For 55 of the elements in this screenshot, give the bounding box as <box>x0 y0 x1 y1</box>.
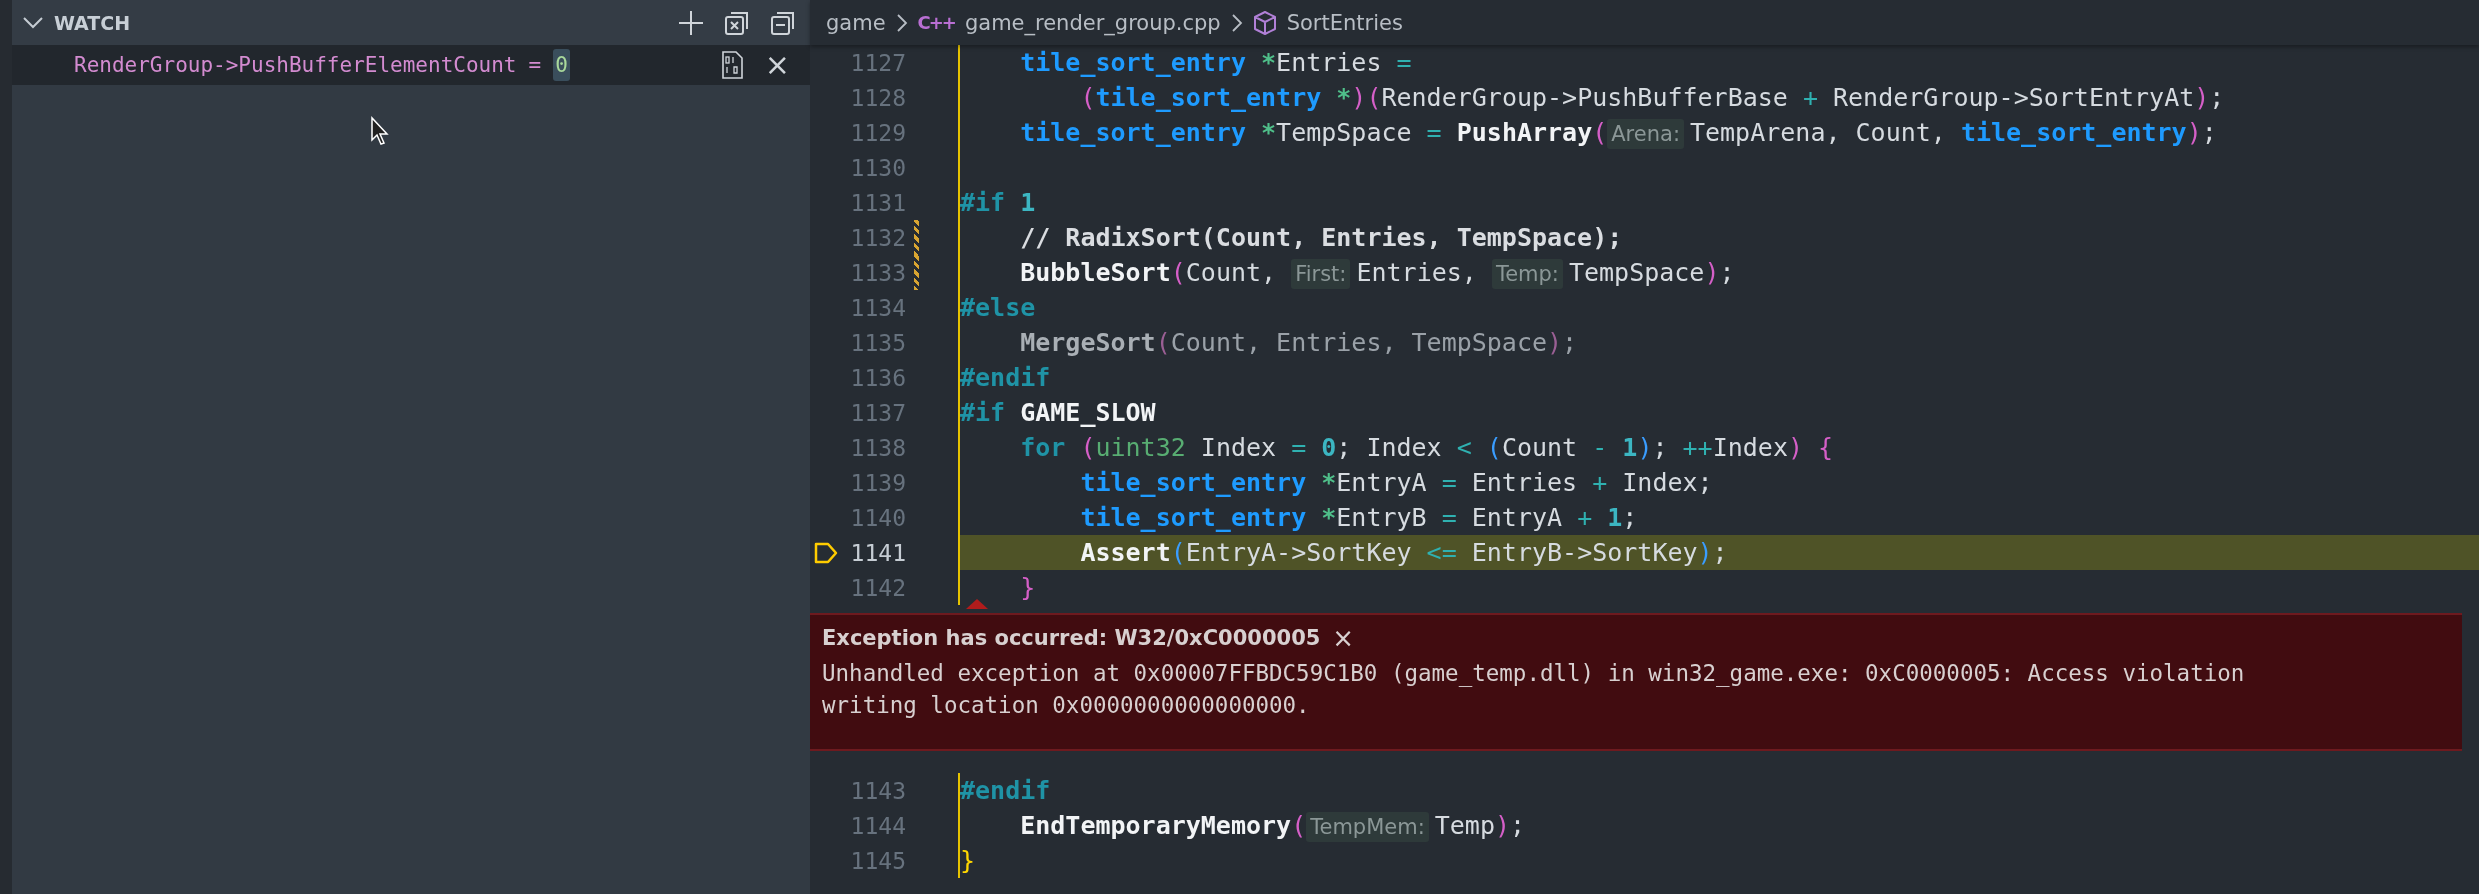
code-line: (tile_sort_entry *)(RenderGroup->PushBufferBase + RenderGroup->SortEntryAt); <box>958 80 2479 115</box>
line-number: 1137 <box>849 399 906 426</box>
exception-message: Unhandled exception at 0x00007FFBDC59C1B0 (game_temp.dll) in win32_game.exe: 0xC0000005: Access violation writing location 0x0000000000000000. <box>822 659 2246 720</box>
line-number: 1142 <box>849 574 906 601</box>
line-number: 1141 <box>849 539 906 566</box>
collapse-all-icon[interactable] <box>770 9 796 36</box>
chevron-icon[interactable] <box>22 15 44 30</box>
code-line: EndTemporaryMemory( TempMem: Temp); <box>958 808 2479 843</box>
line-number: 1135 <box>849 329 906 356</box>
watch-item[interactable]: RenderGroup->PushBufferElementCount = 0 × <box>12 45 810 85</box>
code-line: tile_sort_entry *TempSpace = PushArray( Arena: TempArena, Count, tile_sort_entry); <box>958 115 2479 150</box>
current-statement-icon <box>814 541 838 564</box>
chevron-right-icon <box>895 12 908 33</box>
code-line: #else <box>958 290 2479 325</box>
code-line: tile_sort_entry *EntryA = Entries + Index; <box>958 465 2479 500</box>
code-line: BubbleSort(Count, First: Entries, Temp: TempSpace); <box>958 255 2479 290</box>
line-number: 1128 <box>849 84 906 111</box>
line-number: 1133 <box>849 259 906 286</box>
line-number: 1129 <box>849 119 906 146</box>
line-number: 1139 <box>849 469 906 496</box>
cpp-file-icon: C++ <box>917 12 955 33</box>
code-line: } <box>958 843 2479 878</box>
line-number: 1143 <box>849 777 906 804</box>
line-number: 1138 <box>849 434 906 461</box>
add-icon[interactable] <box>678 9 704 36</box>
close-button[interactable]: × <box>760 50 794 80</box>
code-line: // RadixSort(Count, Entries, TempSpace); <box>958 220 2479 255</box>
close-button[interactable]: × <box>1328 625 1359 651</box>
line-number: 1145 <box>849 847 906 874</box>
breadcrumb-item[interactable]: SortEntries <box>1286 10 1403 35</box>
line-number: 1136 <box>849 364 906 391</box>
line-number: 1127 <box>849 49 906 76</box>
mouse-pointer-icon <box>370 116 390 146</box>
code-line: MergeSort(Count, Entries, TempSpace); <box>958 325 2479 360</box>
code-line: #endif <box>958 360 2479 395</box>
binary-view-icon[interactable] <box>720 51 743 79</box>
line-number: 1140 <box>849 504 906 531</box>
breadcrumb-item[interactable]: game <box>826 10 886 35</box>
exception-pointer-icon <box>966 599 988 609</box>
line-number: 1130 <box>849 154 906 181</box>
code-line: #if 1 <box>958 185 2479 220</box>
code-line: #if GAME_SLOW <box>958 395 2479 430</box>
exception-title: Exception has occurred: W32/0xC0000005 <box>822 626 1321 650</box>
code-line: for (uint32 Index = 0; Index < (Count - 1); ++Index) { <box>958 430 2479 465</box>
breadcrumb-item[interactable]: game_render_group.cpp <box>964 10 1221 35</box>
line-number: 1144 <box>849 812 906 839</box>
chevron-right-icon <box>1230 12 1243 33</box>
cube-icon <box>1252 9 1277 36</box>
line-number: 1134 <box>849 294 906 321</box>
panel-title: WATCH <box>54 11 131 34</box>
line-number: 1131 <box>849 189 906 216</box>
remove-all-icon[interactable] <box>724 9 750 36</box>
code-line: tile_sort_entry *Entries = <box>958 45 2479 80</box>
line-number: 1132 <box>849 224 906 251</box>
code-line: #endif <box>958 773 2479 808</box>
